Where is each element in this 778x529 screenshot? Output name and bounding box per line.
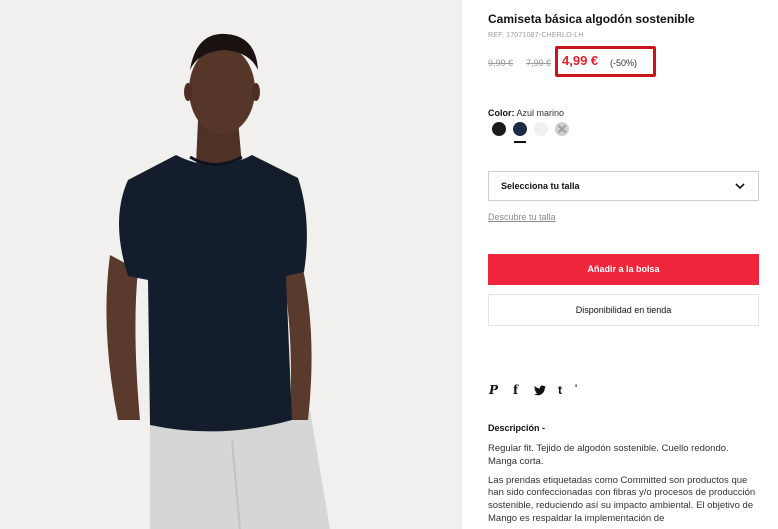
description-text: Regular fit. Tejido de algodón sostenibl…: [488, 443, 760, 529]
twitter-icon[interactable]: [534, 383, 546, 399]
pinterest-icon[interactable]: P: [489, 383, 498, 397]
product-title: Camiseta básica algodón sostenible: [488, 12, 695, 26]
color-swatch-negro[interactable]: [492, 122, 506, 136]
tumblr-icon[interactable]: t: [558, 383, 562, 397]
chevron-down-icon: [735, 183, 745, 190]
current-price: 4,99 €: [562, 53, 599, 68]
previous-price: 7,99 €: [526, 58, 552, 68]
description-paragraph: Regular fit. Tejido de algodón sostenibl…: [488, 443, 729, 467]
color-selected-value: Azul marino: [516, 108, 565, 118]
store-availability-button[interactable]: Disponibilidad en tienda: [488, 294, 759, 326]
model-illustration: [0, 0, 462, 529]
add-to-bag-button[interactable]: Añadir a la bolsa: [488, 254, 759, 285]
color-swatch-blanco[interactable]: [534, 122, 548, 136]
more-share-icon[interactable]: ': [575, 383, 577, 393]
description-paragraph: Las prendas etiquetadas como Committed s…: [488, 474, 756, 524]
size-select-label: Selecciona tu talla: [501, 181, 580, 191]
size-guide-link[interactable]: Descubre tu talla: [488, 212, 556, 222]
facebook-icon[interactable]: f: [513, 383, 518, 397]
color-label-key: Color:: [488, 108, 515, 118]
selected-swatch-indicator: [514, 141, 526, 143]
price-row: 9,99 € 7,99 € 4,99 € (-50%): [488, 46, 668, 77]
description-title[interactable]: Descripción -: [488, 423, 545, 433]
social-share-bar: P f t ': [488, 383, 608, 399]
color-swatch-azul-marino[interactable]: [513, 122, 527, 136]
product-reference: REF. 17071087-CHERLO-LH: [488, 32, 584, 39]
color-label: Color: Azul marino: [488, 108, 564, 118]
discount-badge: (-50%): [610, 58, 638, 68]
color-swatch-unavailable[interactable]: [555, 122, 569, 136]
size-select[interactable]: Selecciona tu talla: [488, 171, 759, 201]
color-swatches: [488, 122, 608, 144]
original-price: 9,99 €: [488, 58, 514, 68]
product-photo[interactable]: [0, 0, 462, 529]
